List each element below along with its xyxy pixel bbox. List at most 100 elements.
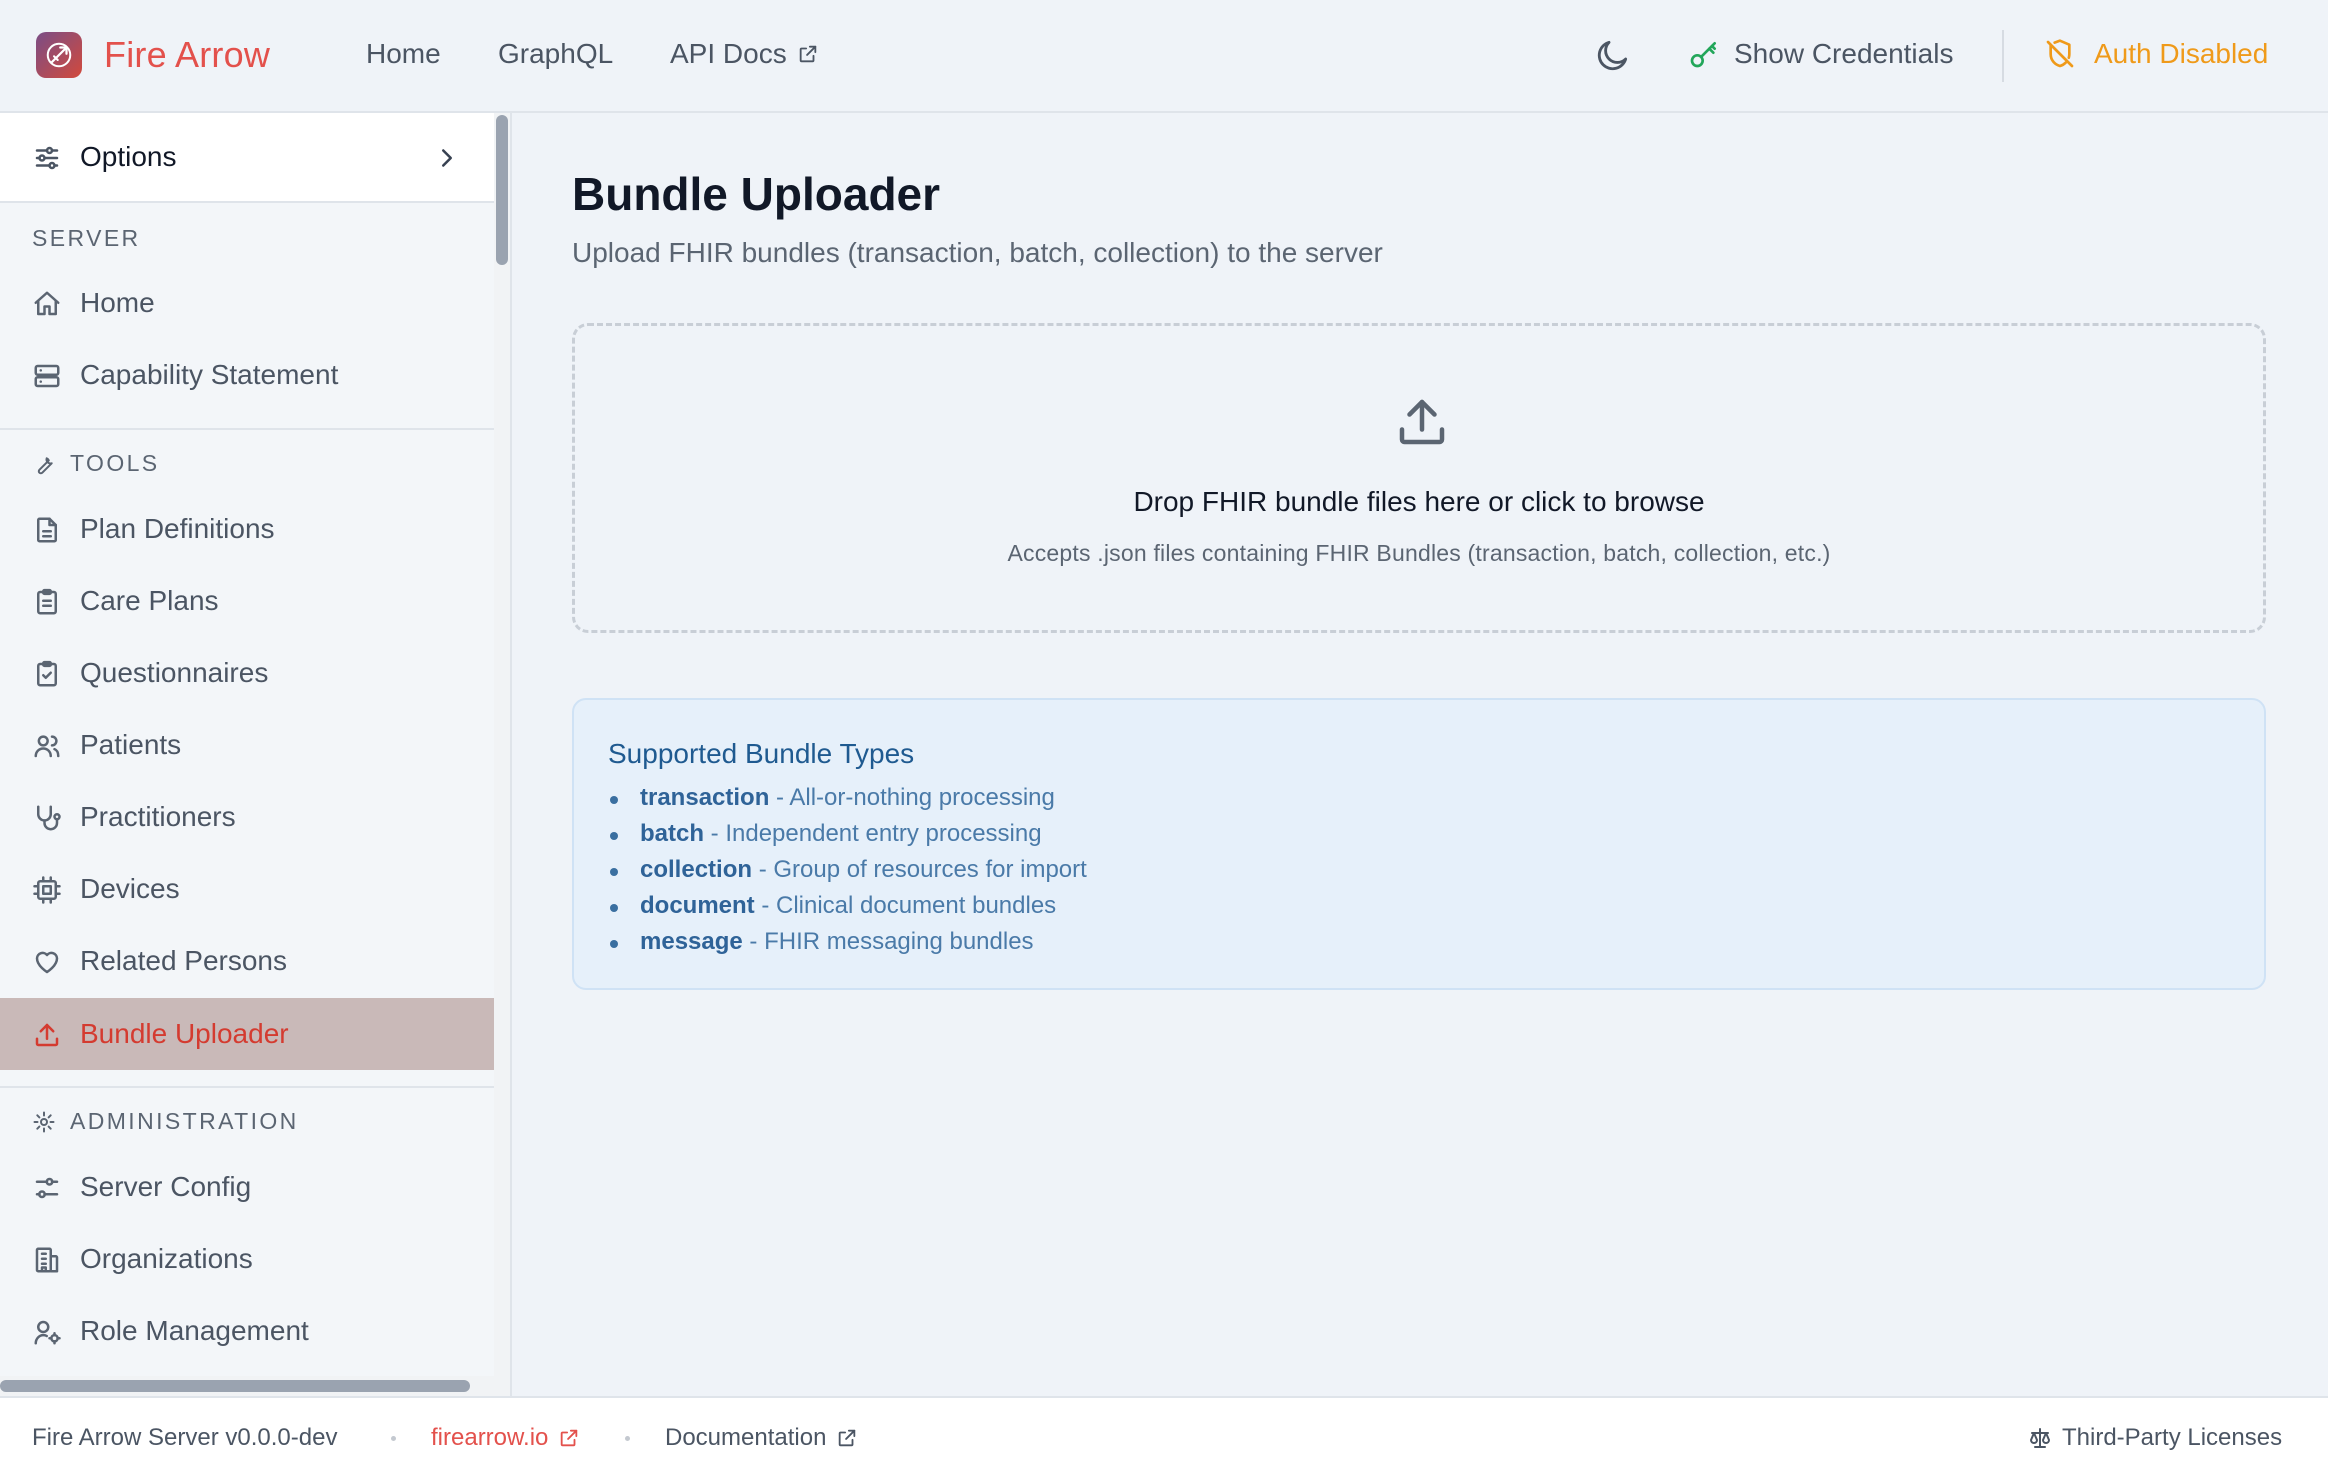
sliders-icon — [35, 1177, 59, 1199]
clipboard-list-icon — [37, 588, 57, 615]
page-subtitle: Upload FHIR bundles (transaction, batch,… — [572, 237, 1383, 268]
section-server: SERVER — [32, 225, 141, 252]
sidebar-vertical-scrollbar[interactable] — [494, 113, 510, 1396]
sidebar-item-practitioners[interactable]: Practitioners — [0, 781, 494, 853]
options-toggle[interactable]: Options — [0, 113, 494, 203]
cpu-icon — [33, 876, 61, 904]
sidebar-item-home[interactable]: Home — [0, 267, 494, 339]
horizontal-scroll-thumb[interactable] — [0, 1380, 470, 1392]
footer-licenses-label: Third-Party Licenses — [2062, 1424, 2283, 1451]
top-bar: Fire Arrow Home GraphQL API Docs Show Cr… — [0, 0, 2328, 113]
dropzone-title: Drop FHIR bundle files here or click to … — [1133, 486, 1705, 517]
footer-docs-link[interactable]: Documentation — [665, 1424, 858, 1452]
bundle-types-list: transaction - All-or-nothing processing … — [608, 784, 1087, 964]
bullet-icon — [610, 832, 618, 840]
brand-name[interactable]: Fire Arrow — [104, 34, 270, 76]
bundle-type-name: collection — [640, 856, 753, 883]
sidebar-item-label: Practitioners — [80, 801, 236, 832]
upload-icon — [1399, 399, 1445, 445]
footer-licenses-link[interactable]: Third-Party Licenses — [2028, 1424, 2282, 1452]
bundle-dropzone[interactable]: Drop FHIR bundle files here or click to … — [572, 323, 2266, 633]
bullet-icon — [610, 904, 618, 912]
bundle-type-desc: - Independent entry processing — [704, 820, 1042, 847]
sidebar-item-label: Questionnaires — [80, 657, 269, 688]
file-text-icon — [37, 517, 57, 543]
sidebar-item-role-management[interactable]: Role Management — [0, 1295, 494, 1367]
external-link-icon — [561, 1429, 578, 1447]
list-item: message - FHIR messaging bundles — [608, 928, 1087, 964]
nav-home-label: Home — [366, 38, 441, 69]
footer-website-label: firearrow.io — [431, 1424, 549, 1451]
list-item: batch - Independent entry processing — [608, 820, 1087, 856]
sidebar-item-label: Capability Statement — [80, 359, 339, 390]
auth-status-label: Auth Disabled — [2094, 38, 2269, 69]
bundle-type-name: transaction — [640, 784, 770, 811]
external-link-icon — [839, 1429, 856, 1447]
section-divider — [0, 428, 494, 430]
sidebar-item-label: Bundle Uploader — [80, 1018, 289, 1049]
sidebar-item-label: Plan Definitions — [80, 513, 275, 544]
sidebar-item-patients[interactable]: Patients — [0, 709, 494, 781]
bundle-type-name: message — [640, 928, 743, 955]
sidebar-item-related-persons[interactable]: Related Persons — [0, 925, 494, 997]
nav-home[interactable]: Home — [366, 38, 441, 70]
sidebar-item-plan-definitions[interactable]: Plan Definitions — [0, 493, 494, 565]
key-icon — [1690, 42, 1716, 68]
vertical-scroll-thumb[interactable] — [496, 115, 508, 265]
supported-bundle-types-panel: Supported Bundle Types transaction - All… — [572, 698, 2266, 990]
sidebar-item-label: Care Plans — [80, 585, 219, 616]
dropzone-subtitle: Accepts .json files containing FHIR Bund… — [1007, 540, 1831, 566]
fire-arrow-logo[interactable] — [36, 32, 82, 78]
upload-icon — [35, 1023, 59, 1047]
footer-separator — [391, 1436, 396, 1441]
section-divider — [0, 1086, 494, 1088]
nav-graphql[interactable]: GraphQL — [498, 38, 613, 70]
sidebar-content: Options SERVER Home Capability Statement — [0, 113, 494, 1396]
bundle-type-name: document — [640, 892, 755, 919]
auth-status-button[interactable]: Auth Disabled — [2044, 38, 2268, 70]
sidebar-item-capability-statement[interactable]: Capability Statement — [0, 339, 494, 411]
bundle-type-desc: - FHIR messaging bundles — [742, 928, 1034, 955]
user-cog-icon — [34, 1320, 61, 1345]
sidebar-item-label: Devices — [80, 873, 180, 904]
sidebar-item-label: Role Management — [80, 1315, 309, 1346]
rocket-icon — [46, 42, 72, 68]
footer-version-label: Fire Arrow Server v0.0.0-dev — [32, 1424, 338, 1451]
info-title: Supported Bundle Types — [608, 738, 915, 769]
sidebar-item-label: Server Config — [80, 1171, 252, 1202]
show-credentials-label: Show Credentials — [1734, 38, 1954, 69]
bullet-icon — [610, 796, 618, 804]
nav-api-docs[interactable]: API Docs — [670, 38, 819, 70]
section-tools: TOOLS — [32, 450, 160, 477]
chevron-right-icon — [442, 149, 452, 167]
shield-off-icon — [2046, 39, 2074, 68]
sidebar-item-devices[interactable]: Devices — [0, 853, 494, 925]
sidebar-horizontal-scrollbar[interactable] — [0, 1376, 494, 1396]
theme-toggle-button[interactable] — [1594, 36, 1632, 74]
section-administration: ADMINISTRATION — [32, 1108, 299, 1135]
sidebar-item-bundle-uploader[interactable]: Bundle Uploader — [0, 998, 494, 1070]
section-server-label: SERVER — [32, 225, 141, 251]
section-administration-label: ADMINISTRATION — [70, 1108, 299, 1134]
sidebar-item-server-config[interactable]: Server Config — [0, 1151, 494, 1223]
wrench-icon — [37, 456, 53, 474]
sidebar-item-label: Patients — [80, 729, 182, 760]
server-icon — [34, 364, 60, 388]
footer: Fire Arrow Server v0.0.0-dev firearrow.i… — [0, 1396, 2328, 1476]
list-item: document - Clinical document bundles — [608, 892, 1087, 928]
section-tools-label: TOOLS — [70, 450, 160, 476]
nav-graphql-label: GraphQL — [498, 38, 614, 69]
stethoscope-icon — [37, 805, 61, 831]
heart-icon — [35, 951, 59, 974]
sidebar-item-care-plans[interactable]: Care Plans — [0, 565, 494, 637]
users-icon — [34, 735, 60, 758]
sidebar-item-organizations[interactable]: Organizations — [0, 1223, 494, 1295]
show-credentials-button[interactable]: Show Credentials — [1688, 38, 1953, 70]
sidebar-item-questionnaires[interactable]: Questionnaires — [0, 637, 494, 709]
main-content: Bundle Uploader Upload FHIR bundles (tra… — [514, 113, 2328, 1396]
footer-docs-label: Documentation — [665, 1424, 827, 1451]
options-label: Options — [80, 141, 177, 172]
footer-website-link[interactable]: firearrow.io — [431, 1424, 580, 1452]
page-title: Bundle Uploader — [572, 168, 941, 220]
sidebar-item-label: Home — [80, 287, 155, 318]
